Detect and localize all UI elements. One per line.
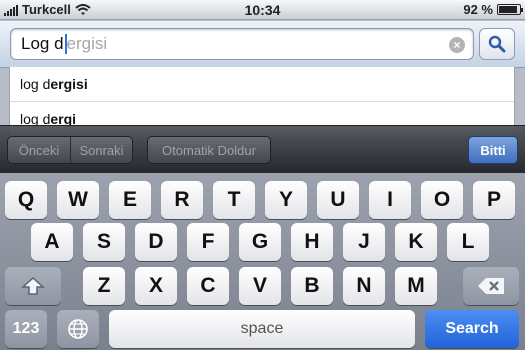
globe-icon: [68, 319, 88, 339]
key-c[interactable]: C: [187, 267, 229, 305]
search-input[interactable]: Log d ergisi ×: [10, 28, 474, 60]
previous-button[interactable]: Önceki: [8, 137, 70, 163]
autofill-group: Otomatik Doldur: [147, 136, 271, 164]
magnifier-icon: [488, 35, 506, 53]
form-toolbar: Önceki Sonraki Otomatik Doldur Bitti: [0, 125, 525, 173]
key-s[interactable]: S: [83, 223, 125, 261]
screen: Turkcell 10:34 92 % Log d ergisi × log d…: [0, 0, 525, 350]
key-a[interactable]: A: [31, 223, 73, 261]
suggestion-prefix: log d: [20, 76, 51, 92]
clear-text-icon[interactable]: ×: [449, 37, 465, 53]
search-key[interactable]: Search: [425, 310, 519, 348]
key-p[interactable]: P: [473, 181, 515, 219]
key-o[interactable]: O: [421, 181, 463, 219]
search-bar: Log d ergisi ×: [0, 21, 525, 68]
suggestion-item[interactable]: log d ergisi: [10, 67, 514, 102]
done-button[interactable]: Bitti: [468, 136, 518, 164]
key-l[interactable]: L: [447, 223, 489, 261]
space-key[interactable]: space: [109, 310, 415, 348]
key-v[interactable]: V: [239, 267, 281, 305]
battery-icon: [497, 4, 523, 15]
shift-arrow-icon: [21, 276, 45, 295]
key-h[interactable]: H: [291, 223, 333, 261]
key-r[interactable]: R: [161, 181, 203, 219]
globe-key[interactable]: [57, 310, 99, 348]
key-k[interactable]: K: [395, 223, 437, 261]
battery-percent: 92 %: [463, 2, 493, 17]
key-d[interactable]: D: [135, 223, 177, 261]
prev-next-group: Önceki Sonraki: [7, 136, 133, 164]
key-x[interactable]: X: [135, 267, 177, 305]
key-m[interactable]: M: [395, 267, 437, 305]
key-z[interactable]: Z: [83, 267, 125, 305]
status-bar: Turkcell 10:34 92 %: [0, 0, 525, 20]
key-n[interactable]: N: [343, 267, 385, 305]
key-y[interactable]: Y: [265, 181, 307, 219]
search-button[interactable]: [479, 28, 515, 60]
backspace-icon: [478, 278, 504, 294]
key-q[interactable]: Q: [5, 181, 47, 219]
autofill-button[interactable]: Otomatik Doldur: [148, 137, 270, 163]
key-i[interactable]: I: [369, 181, 411, 219]
key-f[interactable]: F: [187, 223, 229, 261]
backspace-key[interactable]: [463, 267, 519, 305]
next-button[interactable]: Sonraki: [71, 137, 132, 163]
status-right: 92 %: [463, 2, 523, 17]
keyboard: Q W E R T Y U I O P A S D F G H J K L Z …: [0, 173, 525, 350]
search-autocomplete-hint: ergisi: [66, 34, 108, 53]
shift-key[interactable]: [5, 267, 61, 305]
key-b[interactable]: B: [291, 267, 333, 305]
clock: 10:34: [244, 2, 281, 18]
battery-level: [499, 6, 518, 13]
key-j[interactable]: J: [343, 223, 385, 261]
key-e[interactable]: E: [109, 181, 151, 219]
key-t[interactable]: T: [213, 181, 255, 219]
suggestion-completion: ergisi: [50, 76, 88, 92]
numbers-key[interactable]: 123: [5, 310, 47, 348]
key-w[interactable]: W: [57, 181, 99, 219]
key-g[interactable]: G: [239, 223, 281, 261]
key-u[interactable]: U: [317, 181, 359, 219]
search-typed-text: Log d: [21, 34, 64, 53]
